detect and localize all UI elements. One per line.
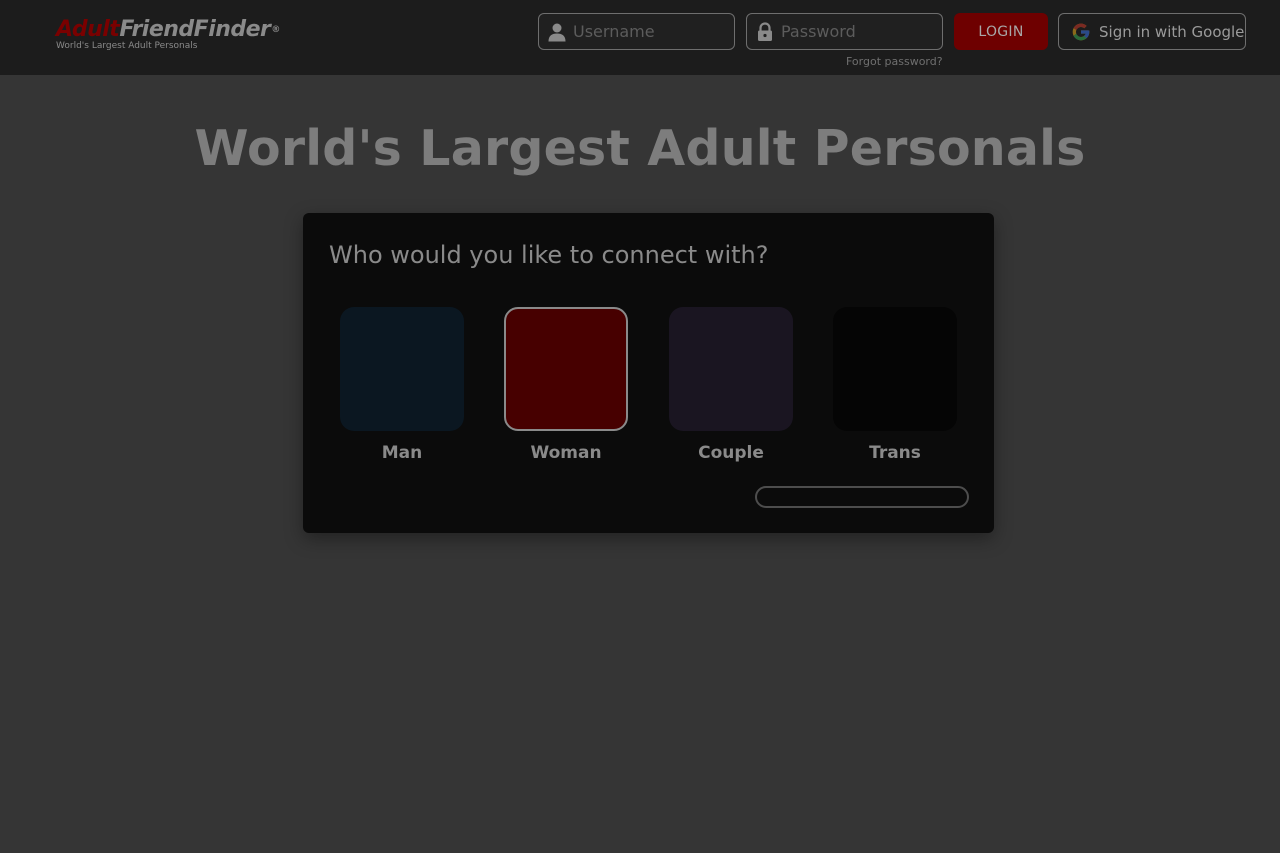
username-input[interactable] [573,22,723,41]
option-trans[interactable]: Trans [833,307,957,463]
google-signin-label: Sign in with Google [1099,22,1245,41]
page-title: World's Largest Adult Personals [194,120,1086,177]
username-field[interactable] [538,13,735,50]
logo-tagline: World's Largest Adult Personals [56,41,198,51]
site-logo[interactable]: AdultFriendFinder® World's Largest Adult… [56,18,280,52]
password-input[interactable] [781,22,931,41]
lock-icon [755,21,775,42]
google-signin-button[interactable]: Sign in with Google [1058,13,1246,50]
continue-button[interactable] [755,486,969,508]
login-button[interactable]: LOGIN [954,13,1048,50]
option-man-label: Man [381,443,423,463]
forgot-password-link[interactable]: Forgot password? [846,55,943,68]
option-woman-label: Woman [530,443,602,463]
option-couple-tile[interactable] [669,307,793,431]
logo-part-adult: Adult [56,17,120,42]
logo-trademark: ® [271,25,280,35]
password-field[interactable] [746,13,943,50]
google-icon [1071,22,1091,42]
option-couple[interactable]: Couple [669,307,793,463]
option-couple-label: Couple [698,443,764,463]
option-man-tile[interactable] [340,307,464,431]
option-woman[interactable]: Woman [504,307,628,463]
connect-question: Who would you like to connect with? [329,241,769,269]
logo-part-friendfinder: FriendFinder [119,17,271,42]
option-trans-label: Trans [869,443,921,463]
option-man[interactable]: Man [340,307,464,463]
logo-wordmark: AdultFriendFinder® [56,18,280,42]
connect-card: Who would you like to connect with? Man … [303,213,994,533]
site-header: AdultFriendFinder® World's Largest Adult… [0,0,1280,75]
option-trans-tile[interactable] [833,307,957,431]
option-woman-tile[interactable] [504,307,628,431]
user-icon [547,22,567,42]
